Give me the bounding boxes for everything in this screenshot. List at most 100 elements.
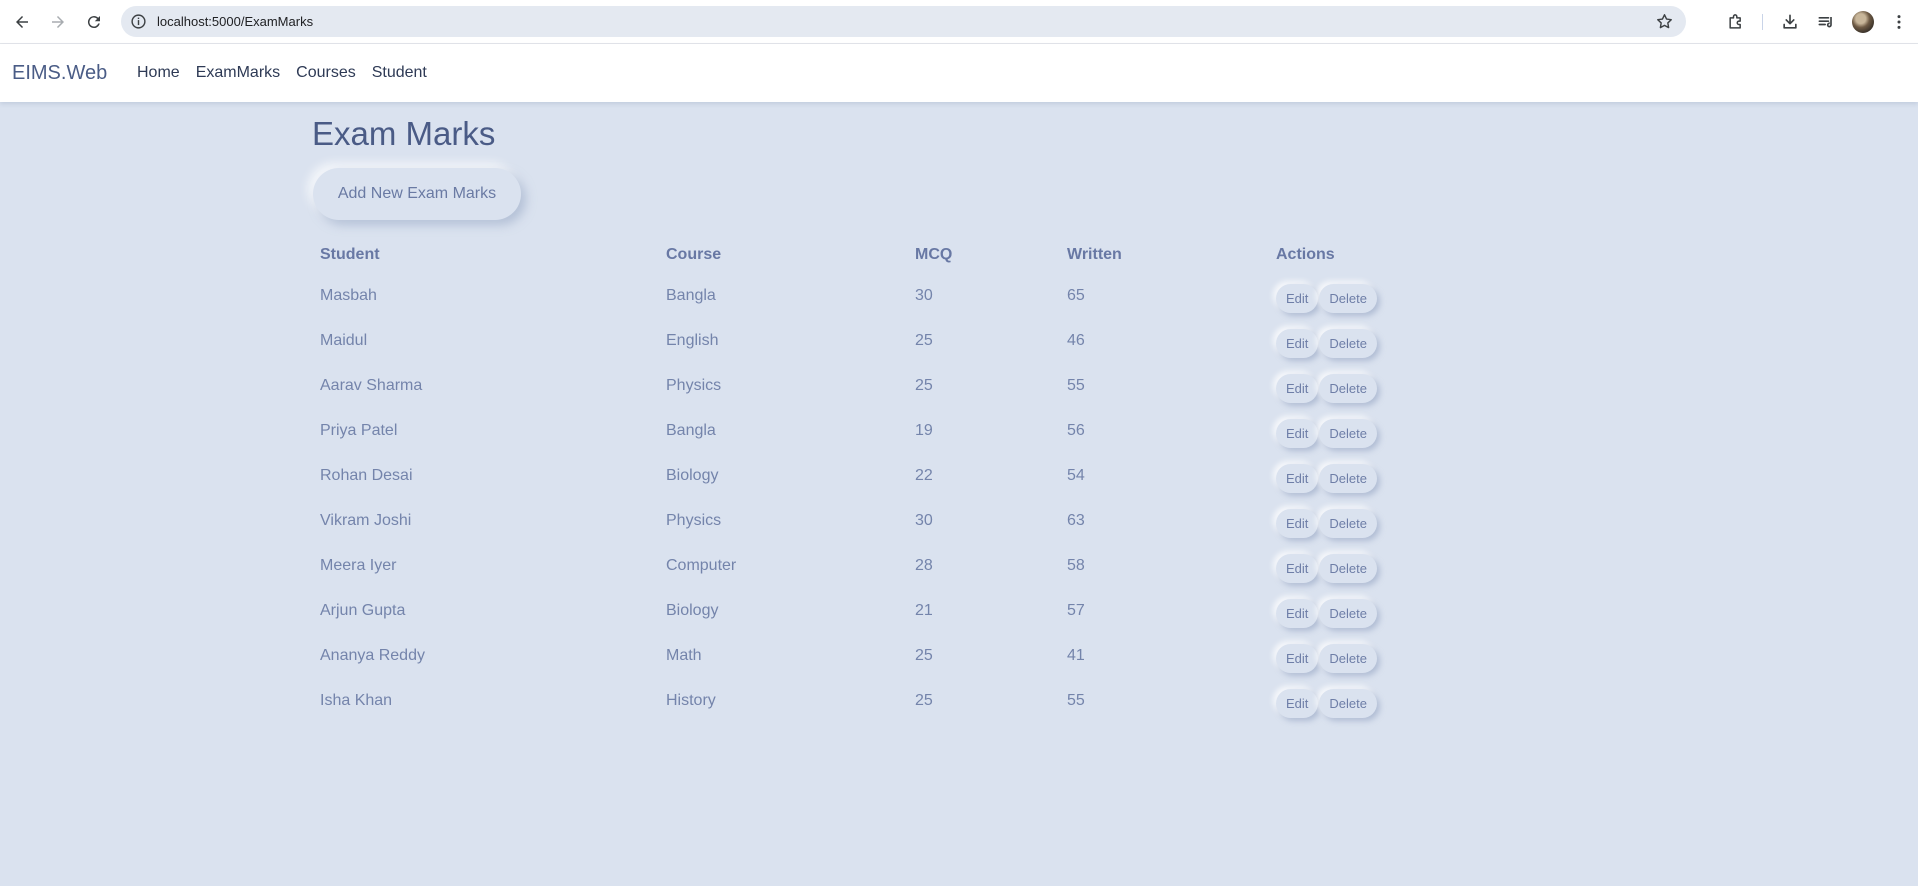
add-exam-marks-button[interactable]: Add New Exam Marks bbox=[313, 168, 521, 220]
course-cell: Bangla bbox=[666, 286, 716, 304]
exam-marks-table: Student Course MCQ Written Actions Masba… bbox=[312, 237, 1418, 723]
student-cell: Arjun Gupta bbox=[320, 601, 406, 619]
mcq-cell: 22 bbox=[915, 466, 933, 484]
edit-button[interactable]: Edit bbox=[1276, 644, 1319, 673]
student-cell: Isha Khan bbox=[320, 691, 393, 709]
address-bar[interactable]: localhost:5000/ExamMarks bbox=[121, 6, 1686, 37]
table-row: Maidul English 25 46 Edit Delete bbox=[312, 318, 1418, 363]
table-row: Priya Patel Bangla 19 56 Edit Delete bbox=[312, 408, 1418, 453]
delete-button[interactable]: Delete bbox=[1319, 599, 1377, 628]
mcq-cell: 21 bbox=[915, 601, 933, 619]
delete-button[interactable]: Delete bbox=[1319, 689, 1377, 718]
written-cell: 63 bbox=[1067, 511, 1085, 529]
student-cell: Priya Patel bbox=[320, 421, 398, 439]
app-navbar: EIMS.Web Home ExamMarks Courses Student bbox=[0, 44, 1918, 102]
course-cell: Physics bbox=[666, 511, 722, 529]
media-queue-icon[interactable] bbox=[1815, 11, 1837, 33]
forward-icon[interactable] bbox=[47, 11, 69, 33]
written-cell: 57 bbox=[1067, 601, 1085, 619]
nav-link-student[interactable]: Student bbox=[364, 44, 435, 102]
table-row: Vikram Joshi Physics 30 63 Edit Delete bbox=[312, 498, 1418, 543]
mcq-cell: 25 bbox=[915, 376, 933, 394]
brand-link[interactable]: EIMS.Web bbox=[12, 44, 107, 102]
written-cell: 55 bbox=[1067, 376, 1085, 394]
written-cell: 46 bbox=[1067, 331, 1085, 349]
reload-icon[interactable] bbox=[83, 11, 105, 33]
header-mcq: MCQ bbox=[915, 246, 953, 263]
header-student: Student bbox=[320, 246, 380, 263]
edit-button[interactable]: Edit bbox=[1276, 374, 1319, 403]
actions-cell: Edit Delete bbox=[1268, 453, 1418, 498]
table-row: Aarav Sharma Physics 25 55 Edit Delete bbox=[312, 363, 1418, 408]
table-row: Rohan Desai Biology 22 54 Edit Delete bbox=[312, 453, 1418, 498]
written-cell: 56 bbox=[1067, 421, 1085, 439]
edit-button[interactable]: Edit bbox=[1276, 509, 1319, 538]
delete-button[interactable]: Delete bbox=[1319, 419, 1377, 448]
student-cell: Masbah bbox=[320, 286, 377, 304]
mcq-cell: 30 bbox=[915, 511, 933, 529]
mcq-cell: 19 bbox=[915, 421, 933, 439]
delete-button[interactable]: Delete bbox=[1319, 509, 1377, 538]
nav-link-home[interactable]: Home bbox=[129, 44, 188, 102]
edit-button[interactable]: Edit bbox=[1276, 329, 1319, 358]
download-icon[interactable] bbox=[1779, 11, 1801, 33]
table-header-row: Student Course MCQ Written Actions bbox=[312, 237, 1418, 273]
edit-button[interactable]: Edit bbox=[1276, 284, 1319, 313]
written-cell: 41 bbox=[1067, 646, 1085, 664]
mcq-cell: 25 bbox=[915, 691, 933, 709]
actions-cell: Edit Delete bbox=[1268, 318, 1418, 363]
student-cell: Ananya Reddy bbox=[320, 646, 425, 664]
student-cell: Rohan Desai bbox=[320, 466, 413, 484]
delete-button[interactable]: Delete bbox=[1319, 554, 1377, 583]
course-cell: Biology bbox=[666, 466, 719, 484]
course-cell: Computer bbox=[666, 556, 737, 574]
actions-cell: Edit Delete bbox=[1268, 678, 1418, 723]
delete-button[interactable]: Delete bbox=[1319, 644, 1377, 673]
actions-cell: Edit Delete bbox=[1268, 588, 1418, 633]
nav-link-courses[interactable]: Courses bbox=[288, 44, 364, 102]
actions-cell: Edit Delete bbox=[1268, 408, 1418, 453]
edit-button[interactable]: Edit bbox=[1276, 689, 1319, 718]
student-cell: Maidul bbox=[320, 331, 368, 349]
delete-button[interactable]: Delete bbox=[1319, 374, 1377, 403]
toolbar-divider bbox=[1762, 14, 1763, 30]
menu-kebab-icon[interactable] bbox=[1888, 11, 1910, 33]
nav-link-exammarks[interactable]: ExamMarks bbox=[188, 44, 288, 102]
profile-avatar[interactable] bbox=[1852, 11, 1874, 33]
course-cell: English bbox=[666, 331, 719, 349]
url-text[interactable]: localhost:5000/ExamMarks bbox=[157, 6, 313, 37]
site-info-icon[interactable] bbox=[130, 13, 147, 30]
course-cell: Math bbox=[666, 646, 702, 664]
actions-cell: Edit Delete bbox=[1268, 363, 1418, 408]
written-cell: 65 bbox=[1067, 286, 1085, 304]
header-course: Course bbox=[666, 246, 722, 263]
student-cell: Vikram Joshi bbox=[320, 511, 412, 529]
delete-button[interactable]: Delete bbox=[1319, 329, 1377, 358]
extensions-icon[interactable] bbox=[1725, 11, 1747, 33]
written-cell: 55 bbox=[1067, 691, 1085, 709]
actions-cell: Edit Delete bbox=[1268, 498, 1418, 543]
browser-toolbar: localhost:5000/ExamMarks bbox=[0, 0, 1918, 44]
actions-cell: Edit Delete bbox=[1268, 543, 1418, 588]
back-icon[interactable] bbox=[11, 11, 33, 33]
mcq-cell: 25 bbox=[915, 646, 933, 664]
edit-button[interactable]: Edit bbox=[1276, 554, 1319, 583]
actions-cell: Edit Delete bbox=[1268, 273, 1418, 318]
edit-button[interactable]: Edit bbox=[1276, 464, 1319, 493]
edit-button[interactable]: Edit bbox=[1276, 599, 1319, 628]
delete-button[interactable]: Delete bbox=[1319, 464, 1377, 493]
written-cell: 58 bbox=[1067, 556, 1085, 574]
page-title: Exam Marks bbox=[312, 115, 496, 152]
mcq-cell: 30 bbox=[915, 286, 933, 304]
course-cell: Physics bbox=[666, 376, 722, 394]
table-row: Ananya Reddy Math 25 41 Edit Delete bbox=[312, 633, 1418, 678]
actions-cell: Edit Delete bbox=[1268, 633, 1418, 678]
course-cell: Bangla bbox=[666, 421, 716, 439]
student-cell: Meera Iyer bbox=[320, 556, 397, 574]
header-actions: Actions bbox=[1276, 246, 1335, 263]
edit-button[interactable]: Edit bbox=[1276, 419, 1319, 448]
table-row: Masbah Bangla 30 65 Edit Delete bbox=[312, 273, 1418, 318]
bookmark-star-icon[interactable] bbox=[1655, 12, 1674, 31]
mcq-cell: 25 bbox=[915, 331, 933, 349]
delete-button[interactable]: Delete bbox=[1319, 284, 1377, 313]
